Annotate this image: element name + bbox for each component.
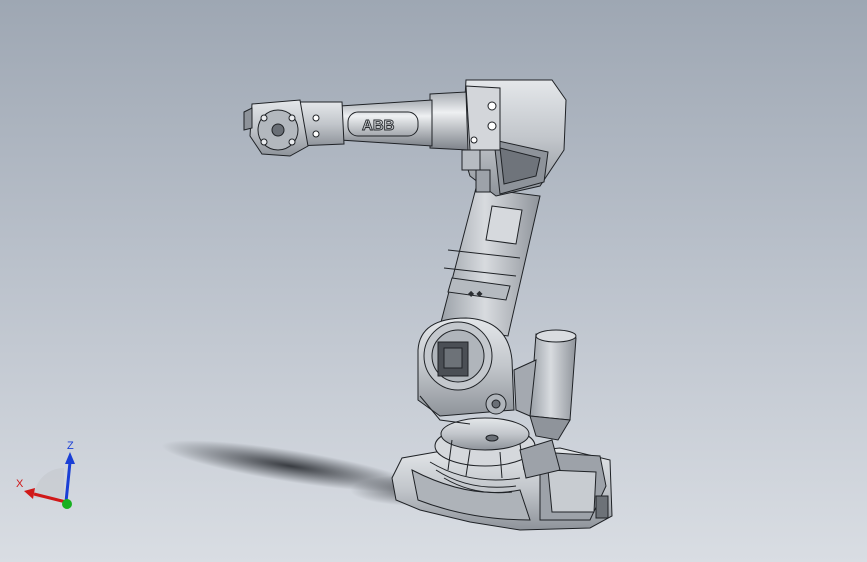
- z-axis-arrow: [65, 452, 75, 464]
- coordinate-triad: Z X: [16, 440, 75, 509]
- robot-axis-motor: [513, 329, 577, 441]
- robot-wrist: [243, 99, 345, 157]
- robot-model-view[interactable]: ◆ ◆ ABB: [0, 0, 867, 562]
- svg-text:◆ ◆: ◆ ◆: [468, 289, 483, 298]
- robot-elbow-housing: [461, 79, 567, 197]
- robot-forearm: ABB: [339, 91, 469, 151]
- triad-base-quadrant: [34, 468, 64, 498]
- y-axis-dot: [62, 499, 72, 509]
- robot-shoulder: [417, 317, 515, 425]
- robot-lower-arm: ◆ ◆: [439, 187, 541, 337]
- brand-logo: ABB: [362, 117, 395, 134]
- z-axis-label: Z: [67, 440, 74, 452]
- x-axis-arrow: [24, 488, 35, 499]
- graphics-viewport[interactable]: ◆ ◆ ABB Z X: [0, 0, 867, 562]
- z-axis: [64, 461, 72, 503]
- x-axis-label: X: [16, 478, 24, 490]
